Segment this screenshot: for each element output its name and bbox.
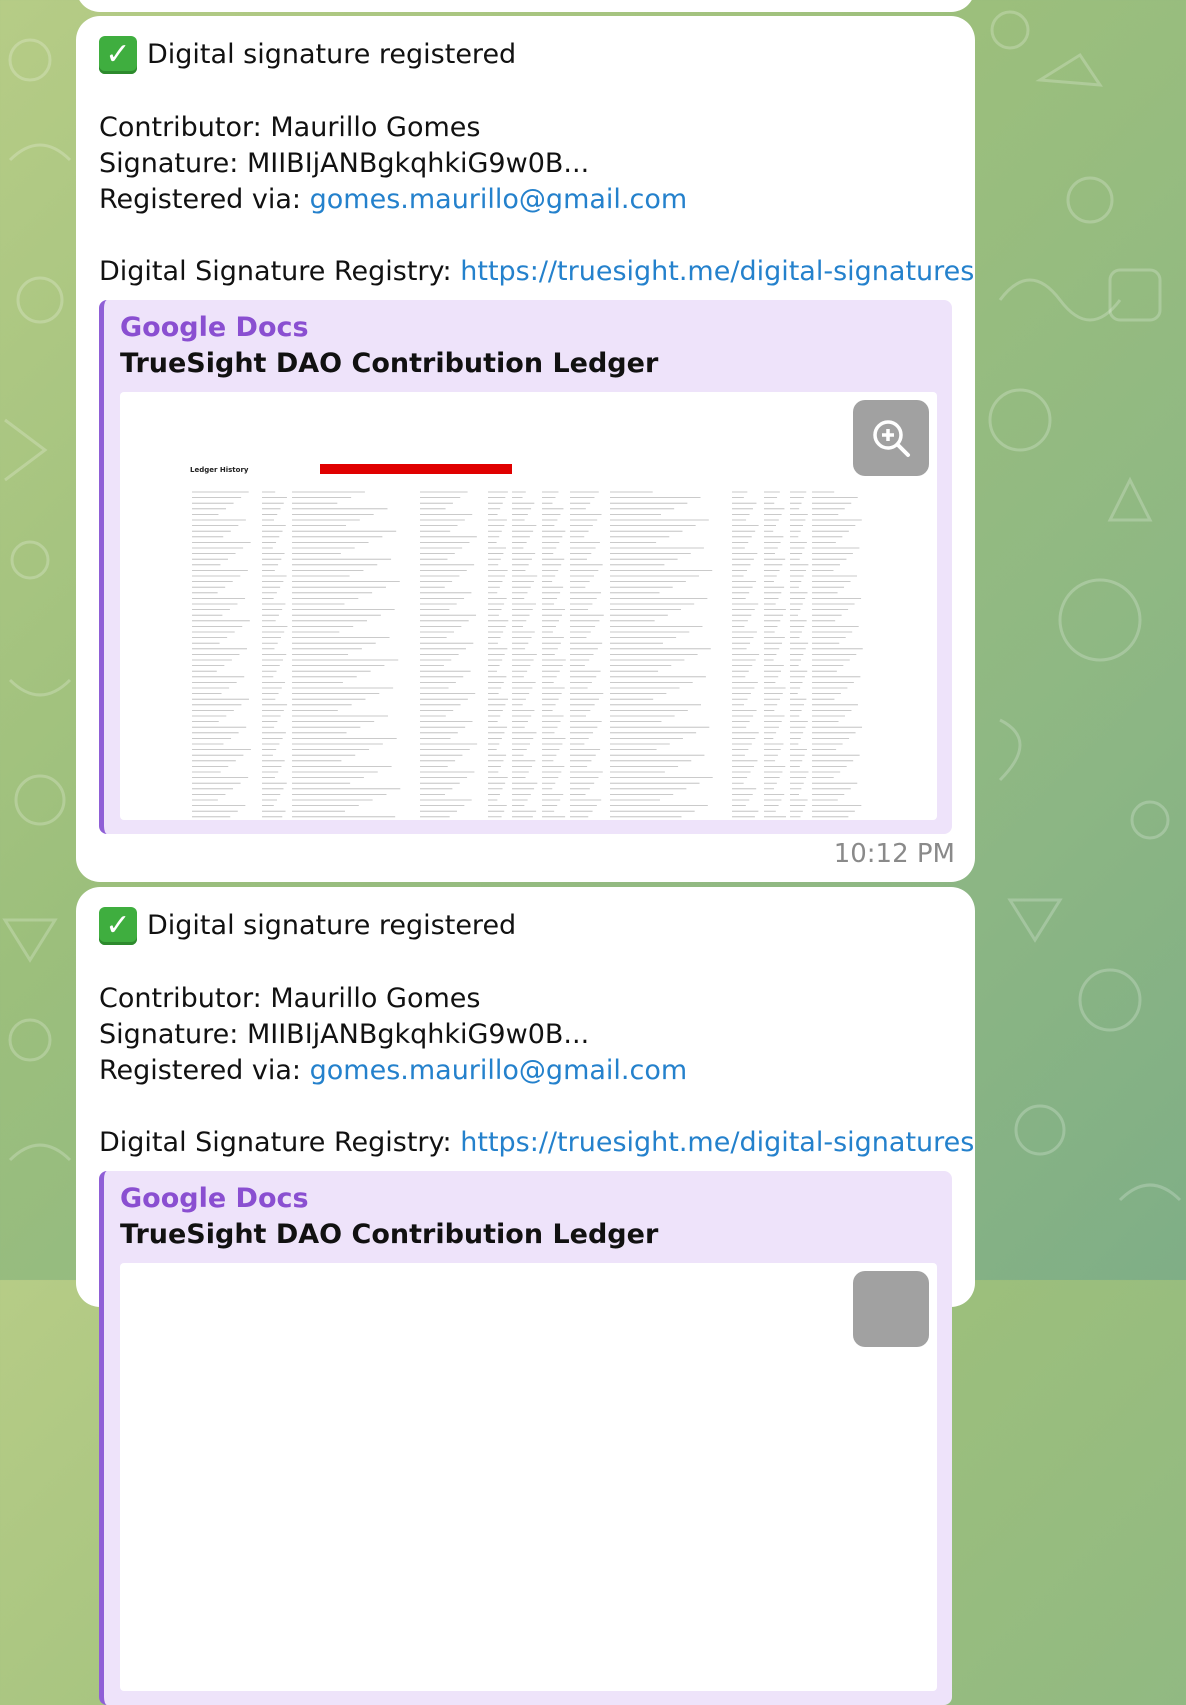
contributor-label: Contributor:: [99, 112, 262, 143]
contributor-name: Maurillo Gomes: [270, 983, 481, 1014]
check-mark-button-icon: ✓: [99, 907, 137, 945]
registered-line: Registered via: gomes.maurillo@gmail.com: [99, 182, 952, 218]
message-bubble[interactable]: ✓ Digital signature registered Contribut…: [76, 16, 975, 882]
message-time: 10:12 PM: [833, 839, 955, 869]
message-heading: ✓ Digital signature registered: [99, 36, 952, 74]
signature-value: MIIBIjANBgkqhkiG9w0B...: [246, 148, 590, 179]
link-preview[interactable]: Google Docs TrueSight DAO Contribution L…: [99, 1171, 952, 1705]
registry-line: Digital Signature Registry: https://true…: [99, 1125, 974, 1161]
heading-text: Digital signature registered: [147, 39, 517, 70]
preview-title: TrueSight DAO Contribution Ledger: [120, 348, 659, 379]
email-link[interactable]: gomes.maurillo@gmail.com: [310, 182, 688, 218]
link-preview[interactable]: Google Docs TrueSight DAO Contribution L…: [99, 300, 952, 834]
heading-text: Digital signature registered: [147, 910, 517, 941]
signature-label: Signature:: [99, 148, 239, 179]
preview-thumbnail[interactable]: [120, 1263, 937, 1691]
registry-line: Digital Signature Registry: https://true…: [99, 254, 974, 290]
preview-thumbnail[interactable]: Ledger History: [120, 392, 937, 820]
preview-site-name: Google Docs: [120, 1183, 309, 1214]
check-mark-button-icon: ✓: [99, 36, 137, 74]
email-link[interactable]: gomes.maurillo@gmail.com: [310, 1053, 688, 1089]
previous-message-bubble: [76, 0, 975, 12]
registry-link[interactable]: https://truesight.me/digital-signatures: [460, 1125, 974, 1161]
message-bubble[interactable]: ✓ Digital signature registered Contribut…: [76, 887, 975, 1705]
zoom-in-icon: [873, 420, 910, 457]
contributor-line: Contributor: Maurillo Gomes: [99, 110, 952, 146]
registered-label: Registered via:: [99, 1055, 302, 1086]
message-heading: ✓ Digital signature registered: [99, 907, 952, 945]
contributor-label: Contributor:: [99, 983, 262, 1014]
contributor-line: Contributor: Maurillo Gomes: [99, 981, 952, 1017]
sheet-title: Ledger History: [190, 466, 249, 474]
contributor-name: Maurillo Gomes: [270, 112, 481, 143]
preview-site-name: Google Docs: [120, 312, 309, 343]
preview-title: TrueSight DAO Contribution Ledger: [120, 1219, 659, 1250]
zoom-button[interactable]: [853, 400, 929, 476]
registry-label: Digital Signature Registry:: [99, 256, 452, 287]
registered-label: Registered via:: [99, 184, 302, 215]
signature-line: Signature: MIIBIjANBgkqhkiG9w0B...: [99, 146, 952, 182]
registry-label: Digital Signature Registry:: [99, 1127, 452, 1158]
signature-label: Signature:: [99, 1019, 239, 1050]
signature-value: MIIBIjANBgkqhkiG9w0B...: [246, 1019, 590, 1050]
signature-line: Signature: MIIBIjANBgkqhkiG9w0B...: [99, 1017, 952, 1053]
registered-line: Registered via: gomes.maurillo@gmail.com: [99, 1053, 952, 1089]
spreadsheet-thumbnail: Ledger History: [190, 464, 863, 818]
zoom-button[interactable]: [853, 1271, 929, 1347]
registry-link[interactable]: https://truesight.me/digital-signatures: [460, 254, 974, 290]
